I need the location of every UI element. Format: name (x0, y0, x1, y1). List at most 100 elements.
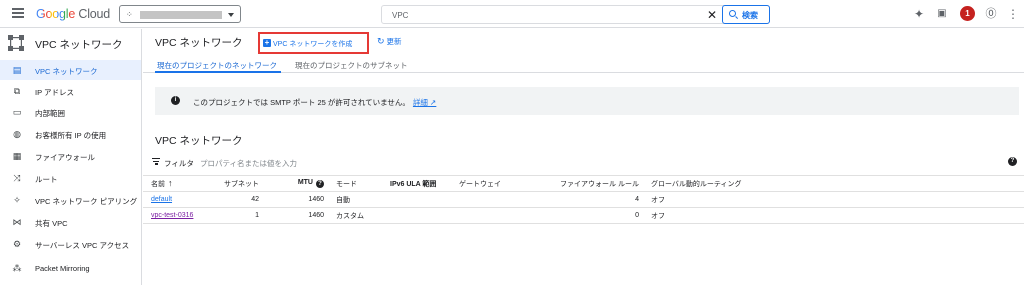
sidebar-item-label: ファイアウォール (35, 153, 95, 162)
column-label: IPv6 ULA 範囲 (390, 180, 437, 188)
sidebar-item-ip-addresses[interactable]: ⧉ IP アドレス (0, 81, 141, 101)
sidebar-title: VPC ネットワーク (35, 39, 123, 51)
column-header-subnets[interactable]: サブネット (221, 175, 263, 192)
notifications-badge[interactable]: 1 (960, 6, 975, 21)
more-options-icon[interactable]: ⋮ (1006, 7, 1020, 21)
cloud-shell-icon[interactable]: ▣ (935, 7, 949, 21)
sidebar-item-internal-ranges[interactable]: ▭ 内部範囲 (0, 102, 141, 122)
create-vpc-network-label: VPC ネットワークを作成 (273, 41, 353, 48)
column-help-icon[interactable]: ? (1008, 157, 1017, 166)
column-label: ファイアウォール ルール (560, 180, 639, 188)
cell-firewall-rules: 0 (538, 207, 643, 224)
filter-bar[interactable]: フィルタ プロパティ名または値を入力 ? (143, 155, 1024, 171)
column-header-gateway[interactable]: ゲートウェイ (451, 175, 538, 192)
search-query: VPC (392, 11, 409, 20)
project-name-redacted (140, 11, 222, 19)
info-icon: i (171, 96, 180, 105)
external-link-icon: ↗ (430, 98, 437, 107)
search-button[interactable]: 検索 (722, 5, 770, 24)
sidebar-item-label: Packet Mirroring (35, 264, 90, 273)
cell-firewall-rules: 4 (538, 191, 643, 208)
cell-ipv6-ula (382, 207, 451, 224)
project-picker[interactable]: ⁘ (119, 5, 241, 23)
sidebar-item-packet-mirroring[interactable]: ⁂ Packet Mirroring (0, 258, 141, 278)
column-header-mtu[interactable]: MTU? (263, 175, 328, 192)
project-icon: ⁘ (126, 10, 133, 19)
tab-project-networks[interactable]: 現在のプロジェクトのネットワーク (157, 60, 277, 71)
column-header-global-dynamic-routing[interactable]: グローバル動的ルーティング (643, 175, 1024, 192)
byoip-icon: ◍ (13, 129, 21, 139)
top-bar: Google Cloud ⁘ VPC ✕ 検索 ✦ ▣ 1 ⓪ ⋮ (0, 0, 1024, 28)
network-link-vpc-test[interactable]: vpc-test-0316 (151, 212, 193, 219)
cell-global-routing: オフ (643, 207, 1024, 224)
sidebar-item-firewall[interactable]: ▦ ファイアウォール (0, 146, 141, 166)
add-box-icon: + (263, 38, 271, 47)
clear-search-icon[interactable]: ✕ (707, 8, 717, 22)
create-vpc-network-button[interactable]: + VPC ネットワークを作成 (258, 32, 369, 54)
network-link-default[interactable]: default (151, 196, 172, 203)
main-content: VPC ネットワーク + VPC ネットワークを作成 ↻ 更新 現在のプロジェクト… (143, 29, 1024, 285)
column-label: サブネット (224, 180, 259, 188)
refresh-label: 更新 (386, 37, 402, 46)
smtp-info-banner: i このプロジェクトでは SMTP ポート 25 が許可されていません。 詳細 ↗ (155, 87, 1019, 115)
logo-google-text: Google (36, 7, 76, 21)
sidebar-item-shared-vpc[interactable]: ⋈ 共有 VPC (0, 212, 141, 232)
sidebar-item-byoip[interactable]: ◍ お客様所有 IP の使用 (0, 124, 141, 144)
sidebar-item-peering[interactable]: ✧ VPC ネットワーク ピアリング (0, 190, 141, 210)
cell-mode: 自動 (328, 191, 382, 208)
sidebar-item-label: IP アドレス (35, 88, 75, 97)
banner-message: このプロジェクトでは SMTP ポート 25 が許可されていません。 詳細 ↗ (193, 97, 436, 108)
learn-more-link[interactable]: 詳細 ↗ (413, 98, 436, 107)
chevron-down-icon (228, 13, 234, 17)
sidebar-item-serverless-vpc-access[interactable]: ⚙ サーバーレス VPC アクセス (0, 234, 141, 254)
column-label: グローバル動的ルーティング (651, 180, 742, 188)
column-header-ipv6-ula[interactable]: IPv6 ULA 範囲 (382, 175, 451, 192)
column-label: ゲートウェイ (459, 180, 501, 188)
page-title: VPC ネットワーク (155, 37, 243, 49)
filter-icon (152, 158, 160, 166)
help-icon[interactable]: ⓪ (984, 7, 998, 21)
sidebar-item-label: ルート (35, 175, 58, 184)
sidebar-item-label: お客様所有 IP の使用 (35, 131, 107, 140)
sort-ascending-icon[interactable]: ↑ (168, 178, 173, 188)
vpc-network-product-icon (8, 35, 24, 51)
cell-subnets: 1 (221, 207, 263, 224)
cell-ipv6-ula (382, 191, 451, 208)
cell-mtu: 1460 (263, 207, 328, 224)
peering-icon: ✧ (13, 195, 21, 205)
column-header-name[interactable]: 名前 ↑ (143, 175, 221, 192)
ip-address-icon: ⧉ (13, 86, 21, 96)
sidebar-item-label: VPC ネットワーク (35, 67, 98, 76)
firewall-icon: ▦ (12, 151, 22, 161)
cell-gateway (451, 207, 538, 224)
refresh-button[interactable]: ↻ 更新 (377, 36, 402, 47)
table-header-row: 名前 ↑ サブネット MTU? モード IPv6 ULA 範囲 ゲートウェイ ファ… (143, 175, 1024, 192)
cell-subnets: 42 (221, 191, 263, 208)
search-input[interactable]: VPC ✕ (381, 5, 770, 24)
vpc-networks-table: 名前 ↑ サブネット MTU? モード IPv6 ULA 範囲 ゲートウェイ ファ… (143, 175, 1024, 224)
sidebar-item-routes[interactable]: ⤨ ルート (0, 168, 141, 188)
column-label: MTU (297, 179, 313, 186)
serverless-icon: ⚙ (12, 239, 22, 249)
filter-input[interactable]: プロパティ名または値を入力 (200, 158, 297, 169)
cell-mtu: 1460 (263, 191, 328, 208)
cell-global-routing: オフ (643, 191, 1024, 208)
sidebar-item-vpc-networks[interactable]: ▤ VPC ネットワーク (0, 60, 141, 80)
banner-text: このプロジェクトでは SMTP ポート 25 が許可されていません。 (193, 98, 410, 107)
gemini-sparkle-icon[interactable]: ✦ (912, 7, 926, 21)
google-cloud-logo[interactable]: Google Cloud (36, 7, 110, 21)
table-row: default 42 1460 自動 4 オフ (143, 191, 1024, 208)
sidebar-item-label: サーバーレス VPC アクセス (35, 241, 130, 250)
mtu-help-icon[interactable]: ? (316, 180, 324, 188)
column-header-firewall-rules[interactable]: ファイアウォール ルール (538, 175, 643, 192)
column-header-mode[interactable]: モード (328, 175, 382, 192)
network-icon: ▤ (12, 65, 22, 75)
internal-range-icon: ▭ (12, 107, 22, 117)
active-tab-indicator (155, 71, 281, 73)
routes-icon: ⤨ (13, 173, 21, 183)
main-menu-icon[interactable] (12, 8, 24, 18)
filter-label: フィルタ (164, 159, 194, 168)
sidebar: VPC ネットワーク ▤ VPC ネットワーク ⧉ IP アドレス ▭ 内部範囲… (0, 29, 142, 285)
tab-project-subnets[interactable]: 現在のプロジェクトのサブネット (295, 60, 408, 71)
packet-mirroring-icon: ⁂ (12, 263, 22, 273)
